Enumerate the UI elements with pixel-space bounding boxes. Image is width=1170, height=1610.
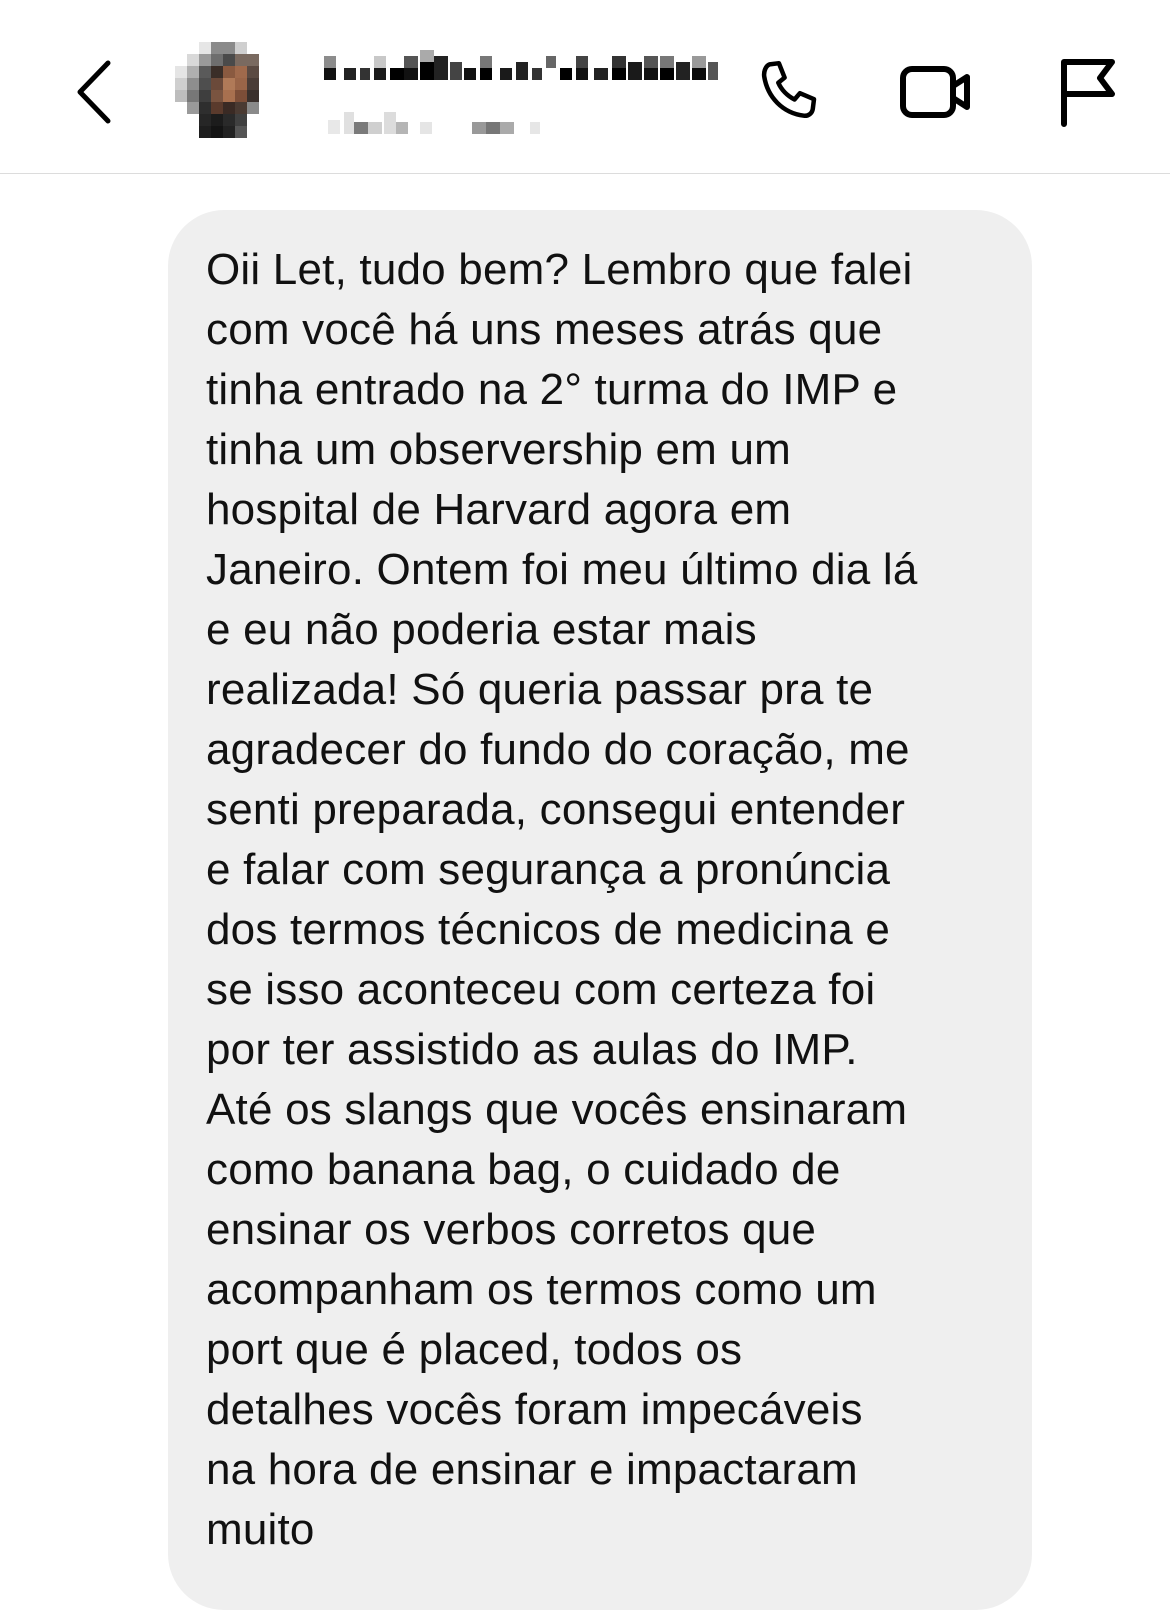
- chat-header: [0, 0, 1170, 174]
- flag-icon: [1061, 59, 1115, 127]
- avatar[interactable]: [175, 42, 271, 138]
- video-camera-icon: [900, 66, 970, 118]
- phone-icon: [761, 60, 817, 119]
- pixelated-contact-name: [324, 50, 718, 134]
- contact-name-block[interactable]: [324, 42, 724, 142]
- call-button[interactable]: [750, 52, 830, 132]
- report-flag-button[interactable]: [1046, 52, 1126, 132]
- back-button[interactable]: [62, 52, 126, 132]
- pixelated-avatar-image: [175, 42, 271, 138]
- video-call-button[interactable]: [896, 52, 976, 132]
- message-text: Oii Let, tudo bem? Lembro que falei com …: [206, 245, 918, 1554]
- chevron-left-icon: [77, 60, 111, 124]
- message-bubble[interactable]: Oii Let, tudo bem? Lembro que falei com …: [168, 210, 1032, 1610]
